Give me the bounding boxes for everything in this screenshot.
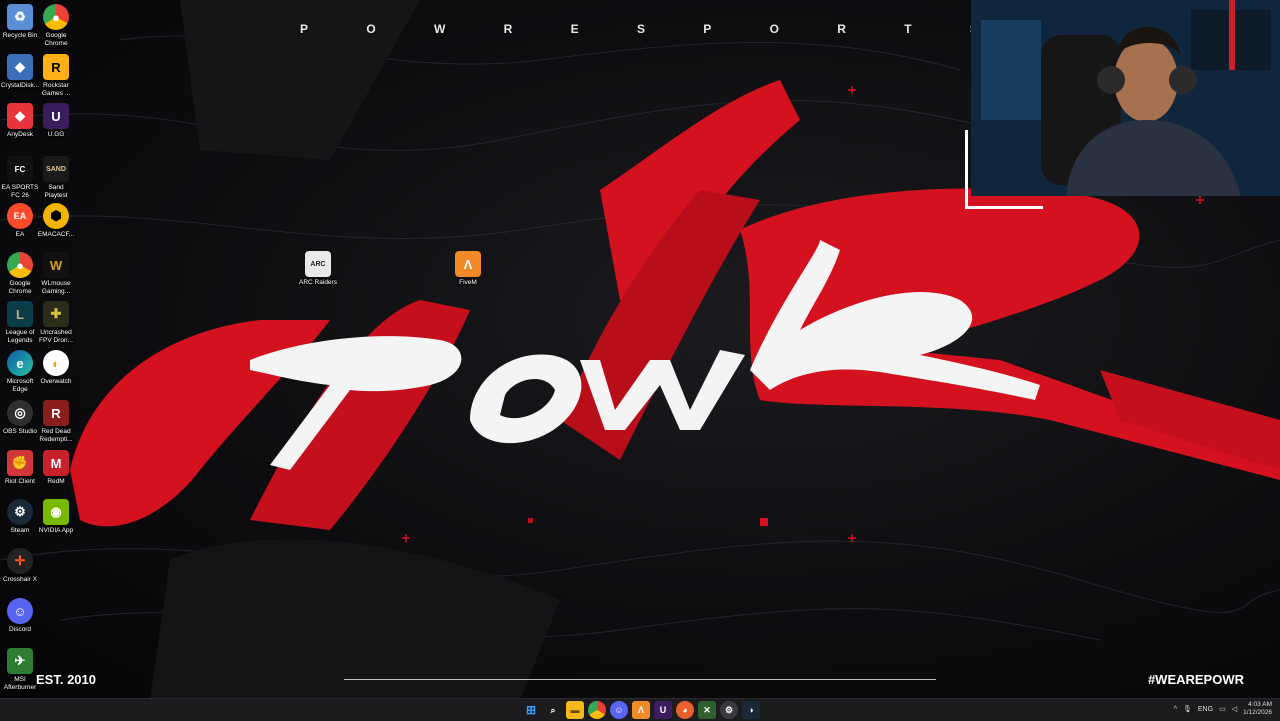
desktop-icon-msi[interactable]: ✈ MSI Afterburner <box>0 648 40 691</box>
wordmark-letter: E <box>570 22 581 36</box>
network-icon[interactable]: ▭ <box>1219 705 1226 713</box>
arc-raiders-icon: ARC <box>305 251 331 277</box>
anydesk-icon: ◆ <box>7 103 33 129</box>
fivem-icon: Λ <box>455 251 481 277</box>
windows-start-icon[interactable]: ⊞ <box>522 701 540 719</box>
volume-icon[interactable]: ◁ <box>1232 705 1237 713</box>
desktop-icon-rdr[interactable]: R Red Dead Redempti... <box>36 400 76 443</box>
redm-icon: M <box>43 450 69 476</box>
wlmouse-icon: W <box>43 252 69 278</box>
system-tray: ^ 🎙 ENG ▭ ◁ 4:03 AM 1/12/2026 <box>1174 701 1272 717</box>
desktop-icon-uncrashed[interactable]: ✚ Uncrashed FPV Dron... <box>36 301 76 344</box>
crosshair-icon: ✛ <box>7 548 33 574</box>
desktop-icon-anydesk[interactable]: ◆ AnyDesk <box>0 103 40 139</box>
desktop-icon-ugg[interactable]: U U.GG <box>36 103 76 139</box>
uncrashed-icon: ✚ <box>43 301 69 327</box>
fivem-icon[interactable]: Λ <box>632 701 650 719</box>
wordmark-letter: W <box>433 22 448 36</box>
wordmark-letter: R <box>503 22 515 36</box>
discord-icon[interactable]: ☺ <box>610 701 628 719</box>
desktop-icon-sand[interactable]: SAND Sand Playtest <box>36 156 76 199</box>
taskbar: ⊞ ⌕ ▬ ☺ Λ U ◕ ✕ ⚙ ◑ ^ 🎙 ENG ▭ ◁ 4:03 AM … <box>0 698 1280 721</box>
discord-icon: ☺ <box>7 598 33 624</box>
steam-icon[interactable]: ◑ <box>742 701 760 719</box>
wordmark-letter: S <box>636 22 647 36</box>
overwatch-icon: ◐ <box>43 350 69 376</box>
clock-time: 4:03 AM <box>1248 701 1272 708</box>
desktop-icon-edge[interactable]: e Microsoft Edge <box>0 350 40 393</box>
ugg-icon[interactable]: U <box>654 701 672 719</box>
firefox-icon[interactable]: ◕ <box>676 701 694 719</box>
wordmark-letter: O <box>366 22 378 36</box>
desktop-icon-chrome-2[interactable]: ● Google Chrome <box>0 252 40 295</box>
riot-icon: ✊ <box>7 450 33 476</box>
league-icon: L <box>7 301 33 327</box>
nvidia-icon: ◉ <box>43 499 69 525</box>
desktop-icon-crosshair[interactable]: ✛ Crosshair X <box>0 548 40 584</box>
desktop-icon-ea-fc[interactable]: FC EA SPORTS FC 26 <box>0 156 40 199</box>
wordmark-letter: P <box>300 22 311 36</box>
desktop-icon-discord[interactable]: ☺ Discord <box>0 598 40 634</box>
webcam-frame-corner <box>965 130 1043 209</box>
ugg-icon: U <box>43 103 69 129</box>
xbox-icon[interactable]: ✕ <box>698 701 716 719</box>
desktop-icon-obs[interactable]: ◎ OBS Studio <box>0 400 40 436</box>
desktop-icon-crystaldisk[interactable]: ◆ CrystalDisk... <box>0 54 40 90</box>
recycle-bin-icon: ♻ <box>7 4 33 30</box>
desktop-icon-redm[interactable]: M RedM <box>36 450 76 486</box>
est-label: EST. 2010 <box>36 672 96 687</box>
desktop-icon-fivem[interactable]: Λ FiveM <box>448 251 488 287</box>
desktop-icon-wlmouse[interactable]: W WLmouse Gaming... <box>36 252 76 295</box>
desktop-icon-nvidia[interactable]: ◉ NVIDIA App <box>36 499 76 535</box>
chrome-icon[interactable] <box>588 701 606 719</box>
hashtag-label: #WEAREPOWR <box>1147 672 1244 687</box>
crystaldisk-icon: ◆ <box>7 54 33 80</box>
microphone-icon[interactable]: 🎙 <box>1183 705 1192 713</box>
desktop-icon-riot[interactable]: ✊ Riot Client <box>0 450 40 486</box>
desktop-icon-emacacf[interactable]: ⬢ EMACACF... <box>36 203 76 239</box>
settings-icon[interactable]: ⚙ <box>720 701 738 719</box>
sand-icon: SAND <box>43 156 69 182</box>
desktop-icon-steam[interactable]: ⚙ Steam <box>0 499 40 535</box>
steam-icon: ⚙ <box>7 499 33 525</box>
desktop-icon-league[interactable]: L League of Legends <box>0 301 40 344</box>
rdr-icon: R <box>43 400 69 426</box>
msi-icon: ✈ <box>7 648 33 674</box>
wordmark-letter: R <box>837 22 848 36</box>
clock[interactable]: 4:03 AM 1/12/2026 <box>1243 701 1272 717</box>
ea-icon: EA <box>7 203 33 229</box>
edge-icon: e <box>7 350 33 376</box>
wordmark-letter: T <box>904 22 914 36</box>
obs-icon: ◎ <box>7 400 33 426</box>
desktop-icon-overwatch[interactable]: ◐ Overwatch <box>36 350 76 386</box>
language-indicator[interactable]: ENG <box>1198 706 1213 713</box>
wordmark-letter: P <box>703 22 714 36</box>
rockstar-icon: R <box>43 54 69 80</box>
search-icon[interactable]: ⌕ <box>544 701 562 719</box>
taskbar-pinned-apps: ⊞ ⌕ ▬ ☺ Λ U ◕ ✕ ⚙ ◑ <box>522 701 760 719</box>
desktop-icon-rockstar[interactable]: R Rockstar Games ... <box>36 54 76 97</box>
chrome-icon: ● <box>7 252 33 278</box>
chevron-up-icon[interactable]: ^ <box>1174 706 1177 713</box>
divider-line <box>344 679 936 680</box>
desktop-icon-chrome[interactable]: ● Google Chrome <box>36 4 76 47</box>
powresports-wordmark: P O W R E S P O R T S <box>300 22 980 36</box>
chrome-icon: ● <box>43 4 69 30</box>
file-explorer-icon[interactable]: ▬ <box>566 701 584 719</box>
desktop-icon-arc-raiders[interactable]: ARC ARC Raiders <box>298 251 338 287</box>
ea-fc-icon: FC <box>7 156 33 182</box>
emacacf-icon: ⬢ <box>43 203 69 229</box>
desktop-icon-ea[interactable]: EA EA <box>0 203 40 239</box>
desktop-icon-recycle-bin[interactable]: ♻ Recycle Bin <box>0 4 40 40</box>
wordmark-letter: O <box>769 22 781 36</box>
clock-date: 1/12/2026 <box>1243 709 1272 716</box>
